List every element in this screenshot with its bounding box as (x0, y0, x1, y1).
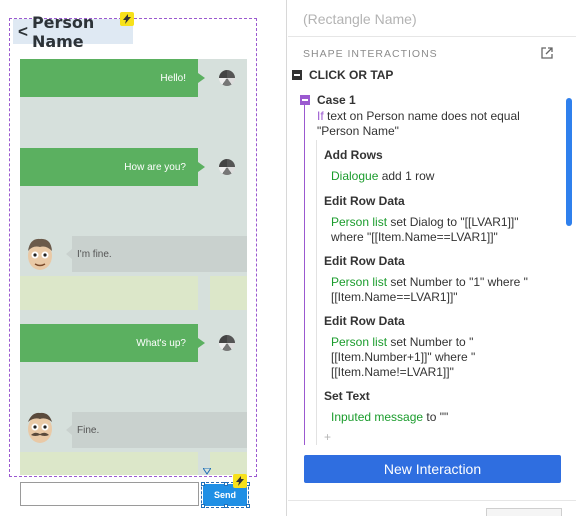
message-input[interactable] (20, 482, 199, 506)
divider (288, 500, 576, 501)
resize-handle[interactable] (224, 482, 228, 486)
action-target: Person list (331, 275, 388, 289)
add-action-icon[interactable]: + (324, 430, 331, 444)
interaction-lightning-icon (233, 474, 247, 488)
case-label: Case 1 (317, 93, 356, 107)
rotate-handle-icon[interactable] (203, 468, 211, 475)
event-label: CLICK OR TAP (309, 68, 394, 82)
bottom-toolbar-button[interactable] (486, 508, 562, 516)
new-interaction-button[interactable]: New Interaction (304, 455, 561, 483)
mustache-face-icon (24, 408, 56, 446)
collapse-icon[interactable] (292, 70, 302, 80)
action-text: to "" (423, 410, 449, 424)
resize-handle[interactable] (201, 482, 205, 486)
action-title[interactable]: Edit Row Data (324, 314, 405, 328)
action-text: add 1 row (378, 169, 435, 183)
avatar (205, 148, 247, 186)
if-keyword: If (317, 109, 324, 123)
shape-name-field[interactable]: (Rectangle Name) (303, 11, 417, 27)
back-chevron-icon[interactable]: < (18, 22, 28, 42)
message-bubble-outgoing: Hello! (20, 59, 205, 97)
action-detail[interactable]: Dialogue add 1 row (331, 169, 553, 184)
chat-repeater[interactable]: Hello! How are you? I'm fine. What's up?… (20, 59, 247, 475)
person-face-icon (24, 235, 56, 273)
message-text: Fine. (77, 424, 100, 436)
section-heading: SHAPE INTERACTIONS (303, 48, 438, 60)
message-bubble-incoming: I'm fine. (66, 236, 247, 272)
action-detail[interactable]: Person list set Number to "[[Item.Number… (331, 335, 553, 380)
row-separator (20, 452, 247, 475)
action-detail[interactable]: Person list set Dialog to "[[LVAR1]]" wh… (331, 215, 553, 245)
case-condition[interactable]: If text on Person name does not equal "P… (317, 109, 557, 139)
message-text: Hello! (160, 72, 186, 84)
person-name-label[interactable]: < Person Name (13, 13, 133, 51)
swirl-avatar-icon (219, 335, 235, 351)
action-target: Dialogue (331, 169, 379, 183)
message-bubble-outgoing: How are you? (20, 148, 205, 186)
action-guide-line (316, 140, 317, 445)
avatar (205, 324, 247, 362)
avatar (205, 59, 247, 97)
action-target: Inputed message (331, 410, 424, 424)
popout-icon[interactable] (540, 46, 554, 60)
action-detail[interactable]: Person list set Number to "1" where "[[I… (331, 275, 553, 305)
page-title: Person Name (31, 12, 95, 51)
action-target: Person list (331, 215, 388, 229)
design-canvas[interactable]: < Person Name Hello! How are you? I'm fi… (0, 0, 287, 516)
divider (288, 36, 576, 37)
resize-handle[interactable] (224, 504, 228, 508)
message-text: How are you? (124, 161, 186, 173)
action-detail[interactable]: Inputed message to "" (331, 410, 553, 425)
message-bubble-outgoing: What's up? (20, 324, 205, 362)
action-title[interactable]: Add Rows (324, 148, 383, 162)
swirl-avatar-icon (219, 70, 235, 86)
swirl-avatar-icon (219, 159, 235, 175)
message-bubble-incoming: Fine. (66, 412, 247, 448)
message-text: What's up? (136, 337, 186, 349)
action-title[interactable]: Set Text (324, 389, 370, 403)
collapse-icon[interactable] (300, 95, 310, 105)
action-title[interactable]: Edit Row Data (324, 254, 405, 268)
row-separator (20, 276, 247, 310)
resize-handle[interactable] (201, 504, 205, 508)
resize-handle[interactable] (246, 504, 250, 508)
action-title[interactable]: Edit Row Data (324, 194, 405, 208)
event-click-or-tap[interactable]: CLICK OR TAP (292, 68, 393, 82)
interaction-lightning-icon (120, 12, 134, 26)
case-guide-line (304, 105, 305, 445)
case-header[interactable]: Case 1 (300, 93, 356, 107)
condition-text: text on Person name does not equal "Pers… (317, 109, 520, 138)
action-target: Person list (331, 335, 388, 349)
interactions-panel: (Rectangle Name) SHAPE INTERACTIONS CLIC… (288, 0, 576, 516)
message-text: I'm fine. (77, 248, 112, 260)
scrollbar[interactable] (566, 98, 572, 226)
